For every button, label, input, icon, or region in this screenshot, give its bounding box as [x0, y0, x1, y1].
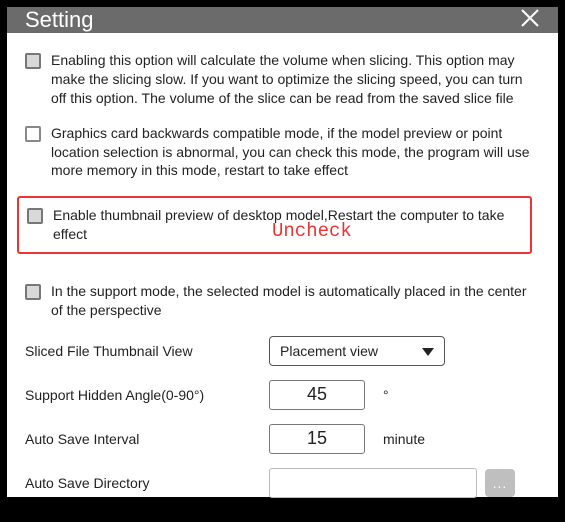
row-autosave-dir: Auto Save Directory ... — [25, 468, 540, 498]
autosave-unit: minute — [383, 431, 425, 447]
settings-window: Setting Enabling this option will calcul… — [7, 7, 558, 497]
hidden-angle-label: Support Hidden Angle(0-90°) — [25, 387, 269, 403]
checkbox-graphics[interactable] — [25, 126, 41, 142]
autosave-label: Auto Save Interval — [25, 431, 269, 447]
option-volume-label: Enabling this option will calculate the … — [51, 51, 540, 108]
content-area: Enabling this option will calculate the … — [7, 33, 558, 522]
checkbox-thumbnail[interactable] — [27, 208, 43, 224]
browse-button[interactable]: ... — [485, 469, 515, 497]
row-hidden-angle: Support Hidden Angle(0-90°) 45 ° — [25, 380, 540, 410]
checkbox-support-center[interactable] — [25, 284, 41, 300]
checkbox-volume[interactable] — [25, 53, 41, 69]
titlebar: Setting — [7, 7, 558, 33]
autosave-value: 15 — [307, 428, 327, 449]
option-graphics-row: Graphics card backwards compatible mode,… — [25, 124, 540, 181]
browse-label: ... — [493, 475, 508, 491]
hidden-angle-unit: ° — [383, 387, 389, 403]
window-title: Setting — [25, 7, 94, 33]
chevron-down-icon — [422, 343, 434, 359]
sliced-view-label: Sliced File Thumbnail View — [25, 343, 269, 359]
option-support-center-row: In the support mode, the selected model … — [25, 282, 540, 320]
row-sliced-view: Sliced File Thumbnail View Placement vie… — [25, 336, 540, 366]
option-support-center-label: In the support mode, the selected model … — [51, 282, 540, 320]
close-icon[interactable] — [520, 8, 540, 33]
autosave-dir-input[interactable] — [269, 468, 477, 498]
autosave-input[interactable]: 15 — [269, 424, 365, 454]
annotation-uncheck: Uncheck — [272, 220, 352, 242]
option-volume-row: Enabling this option will calculate the … — [25, 51, 540, 108]
autosave-dir-label: Auto Save Directory — [25, 475, 269, 491]
sliced-view-value: Placement view — [280, 343, 378, 359]
row-autosave-interval: Auto Save Interval 15 minute — [25, 424, 540, 454]
hidden-angle-value: 45 — [307, 384, 327, 405]
hidden-angle-input[interactable]: 45 — [269, 380, 365, 410]
option-graphics-label: Graphics card backwards compatible mode,… — [51, 124, 540, 181]
sliced-view-select[interactable]: Placement view — [269, 336, 445, 366]
